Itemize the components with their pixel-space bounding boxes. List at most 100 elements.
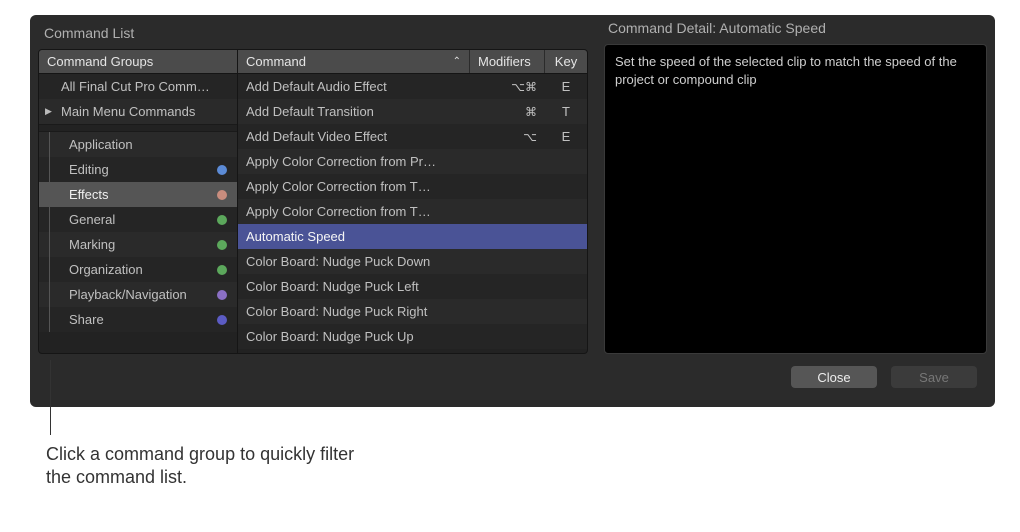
command-key	[545, 199, 587, 224]
tree-line	[49, 232, 50, 257]
group-label: Application	[69, 137, 133, 152]
command-name: Add Default Video Effect	[238, 124, 470, 149]
callout-annotation: Click a command group to quickly filter …	[46, 360, 376, 490]
command-row[interactable]: Add Default Transition⌘T	[238, 99, 587, 124]
tree-line	[49, 257, 50, 282]
color-swatch-icon	[217, 190, 227, 200]
command-row[interactable]: Apply Color Correction from Pr…	[238, 149, 587, 174]
color-swatch-icon	[217, 265, 227, 275]
tree-line	[49, 132, 50, 157]
color-swatch-icon	[217, 165, 227, 175]
sort-ascending-icon: ⌃	[453, 56, 461, 67]
disclosure-icon[interactable]: ▶	[45, 106, 52, 117]
group-label: Share	[69, 312, 104, 327]
command-modifiers: ⌘	[470, 99, 545, 124]
command-name: Automatic Speed	[238, 224, 470, 249]
color-swatch-icon	[217, 240, 227, 250]
sidebar-item-all-final-cut-pro-comm-[interactable]: All Final Cut Pro Comm…	[39, 74, 237, 99]
command-key: E	[545, 124, 587, 149]
command-name: Color Board: Nudge Puck Down	[238, 249, 470, 274]
tree-line	[49, 157, 50, 182]
groups-column-header[interactable]: Command Groups	[39, 50, 237, 74]
group-label: General	[69, 212, 115, 227]
command-key	[545, 224, 587, 249]
tree-line	[49, 282, 50, 307]
color-swatch-icon	[217, 315, 227, 325]
command-detail-description: Set the speed of the selected clip to ma…	[604, 44, 987, 354]
command-key	[545, 324, 587, 349]
command-name: Color Board: Nudge Puck Up	[238, 324, 470, 349]
command-modifiers: ⌥	[470, 124, 545, 149]
command-modifiers	[470, 324, 545, 349]
save-button: Save	[891, 366, 977, 388]
callout-text: Click a command group to quickly filter …	[46, 435, 376, 490]
sidebar-item-playback-navigation[interactable]: Playback/Navigation	[39, 282, 237, 307]
close-button[interactable]: Close	[791, 366, 877, 388]
command-name: Add Default Transition	[238, 99, 470, 124]
detail-title-prefix: Command Detail:	[608, 20, 719, 36]
command-row[interactable]: Color Board: Nudge Puck Down	[238, 249, 587, 274]
command-modifiers	[470, 199, 545, 224]
group-label: Editing	[69, 162, 109, 177]
command-name: Color Board: Nudge Puck Left	[238, 274, 470, 299]
command-row[interactable]: Apply Color Correction from T…	[238, 199, 587, 224]
modifiers-column-header[interactable]: Modifiers	[470, 50, 545, 73]
group-divider	[39, 124, 237, 132]
command-key	[545, 249, 587, 274]
group-label: Effects	[69, 187, 109, 202]
command-name: Color Board: Nudge Puck Right	[238, 299, 470, 324]
command-modifiers: ⌥⌘	[470, 74, 545, 99]
command-row[interactable]: Automatic Speed	[238, 224, 587, 249]
command-key: E	[545, 74, 587, 99]
command-modifiers	[470, 249, 545, 274]
command-modifiers	[470, 274, 545, 299]
tree-line	[49, 207, 50, 232]
group-label: Playback/Navigation	[69, 287, 187, 302]
command-column-header[interactable]: Command ⌃	[238, 50, 470, 73]
color-swatch-icon	[217, 215, 227, 225]
command-groups-list: All Final Cut Pro Comm… ▶Main Menu Comman…	[39, 74, 237, 332]
commands-list: Add Default Audio Effect⌥⌘EAdd Default T…	[238, 74, 587, 349]
command-name: Apply Color Correction from T…	[238, 199, 470, 224]
command-list-panel: Command List Command Groups All Final Cu…	[30, 15, 995, 407]
command-detail-pane: Command Detail: Automatic Speed Set the …	[604, 49, 987, 354]
group-label: Organization	[69, 262, 143, 277]
color-swatch-icon	[217, 290, 227, 300]
command-row[interactable]: Color Board: Nudge Puck Right	[238, 299, 587, 324]
sidebar-item-application[interactable]: Application	[39, 132, 237, 157]
command-modifiers	[470, 149, 545, 174]
command-row[interactable]: Apply Color Correction from T…	[238, 174, 587, 199]
command-detail-title: Command Detail: Automatic Speed	[604, 20, 987, 44]
sidebar-item-effects[interactable]: Effects	[39, 182, 237, 207]
tree-line	[49, 182, 50, 207]
sidebar-item-share[interactable]: Share	[39, 307, 237, 332]
command-name: Apply Color Correction from Pr…	[238, 149, 470, 174]
group-label: All Final Cut Pro Comm…	[61, 79, 210, 94]
commands-column-headers: Command ⌃ Modifiers Key	[238, 50, 587, 74]
sidebar-item-organization[interactable]: Organization	[39, 257, 237, 282]
commands-pane: Command ⌃ Modifiers Key Add Default Audi…	[238, 49, 588, 354]
tree-line	[49, 307, 50, 332]
sidebar-item-marking[interactable]: Marking	[39, 232, 237, 257]
command-row[interactable]: Color Board: Nudge Puck Left	[238, 274, 587, 299]
detail-title-name: Automatic Speed	[719, 20, 826, 36]
sidebar-item-editing[interactable]: Editing	[39, 157, 237, 182]
command-key	[545, 274, 587, 299]
command-modifiers	[470, 174, 545, 199]
command-key	[545, 174, 587, 199]
callout-line	[50, 360, 51, 435]
command-column-label: Command	[246, 54, 306, 69]
command-modifiers	[470, 299, 545, 324]
key-column-header[interactable]: Key	[545, 50, 587, 73]
group-label: Marking	[69, 237, 115, 252]
command-row[interactable]: Color Board: Nudge Puck Up	[238, 324, 587, 349]
command-name: Add Default Audio Effect	[238, 74, 470, 99]
command-name: Apply Color Correction from T…	[238, 174, 470, 199]
sidebar-item-main-menu-commands[interactable]: ▶Main Menu Commands	[39, 99, 237, 124]
sidebar-item-general[interactable]: General	[39, 207, 237, 232]
command-modifiers	[470, 224, 545, 249]
command-key: T	[545, 99, 587, 124]
command-row[interactable]: Add Default Video Effect⌥E	[238, 124, 587, 149]
command-groups-pane: Command Groups All Final Cut Pro Comm…▶M…	[38, 49, 238, 354]
command-row[interactable]: Add Default Audio Effect⌥⌘E	[238, 74, 587, 99]
